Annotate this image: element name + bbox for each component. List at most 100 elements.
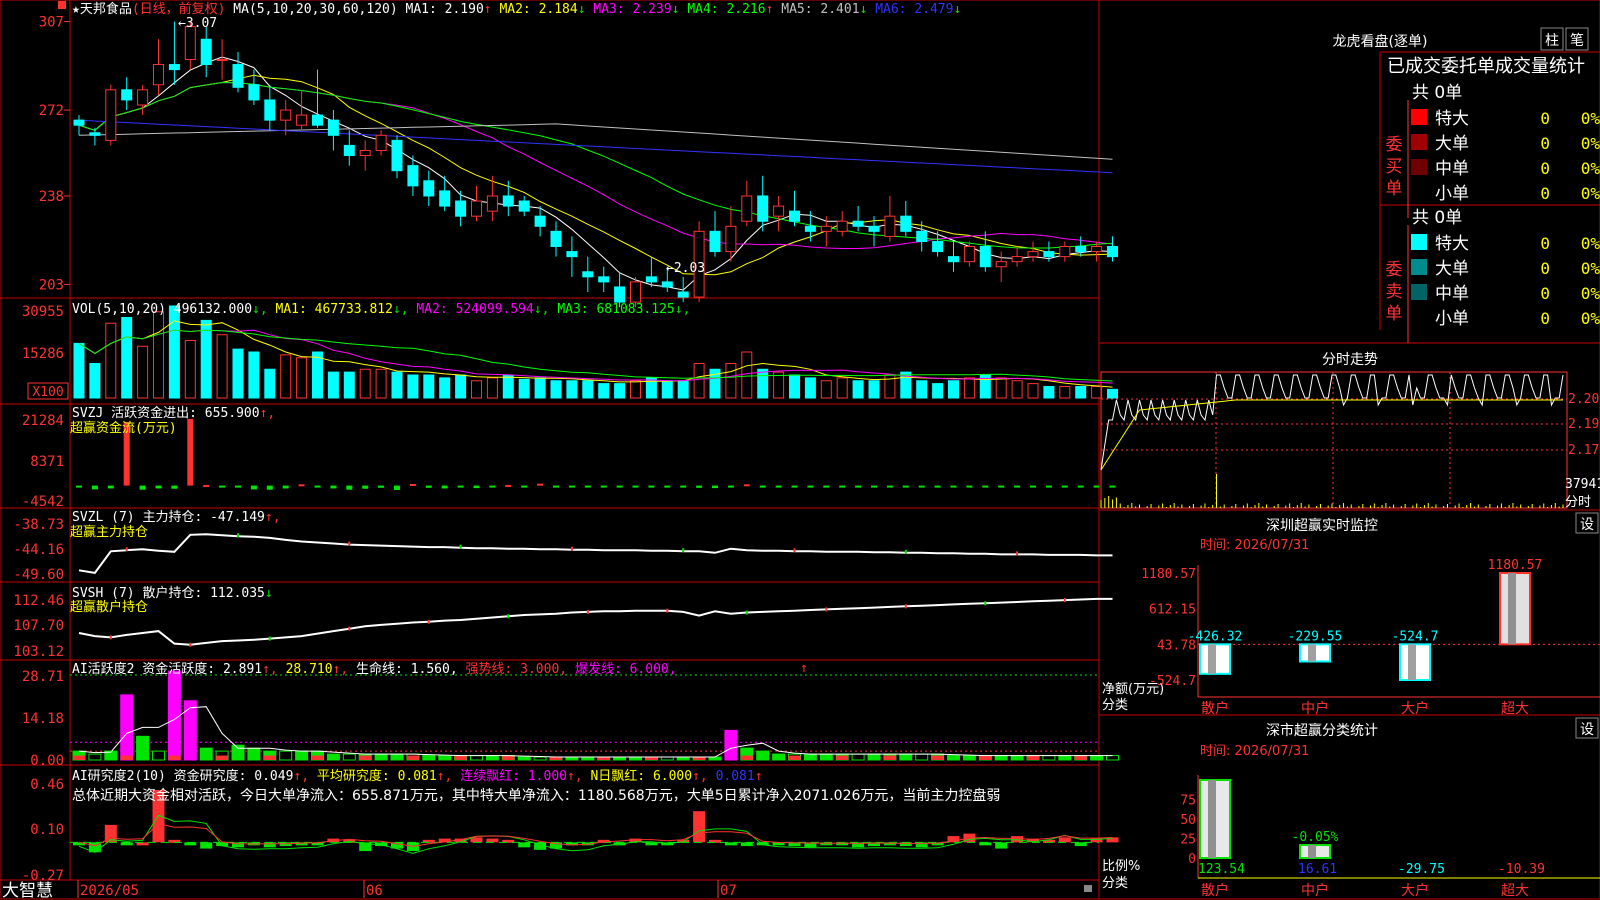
svzj-chart[interactable]: SVZJ 活跃资金进出: 655.900↑,超赢资金流(万元)212848371… bbox=[22, 405, 1116, 510]
svzl-tick-45 bbox=[793, 548, 796, 553]
svsh-tick-17 bbox=[348, 626, 351, 631]
svzj-bar-49 bbox=[855, 485, 862, 488]
svzj-bar-11 bbox=[250, 485, 257, 490]
ai-research-chart[interactable]: AI研究度2(10) 资金研究度: 0.049↑, 平均研究度: 0.081↑,… bbox=[22, 768, 1119, 884]
classify-title: 深市超赢分类统计 bbox=[1266, 722, 1378, 739]
vol-bar-6 bbox=[168, 305, 180, 399]
vol-bar-15 bbox=[312, 351, 323, 399]
svsh-chart[interactable]: SVSH (7) 散户持仓: 112.035↓超赢散户持仓112.46107.7… bbox=[13, 585, 1113, 660]
vol-bar-47 bbox=[820, 380, 832, 399]
svzj-bar-9 bbox=[219, 485, 226, 488]
vol-bar-14 bbox=[296, 357, 308, 399]
main-header-part-12: MA4: bbox=[687, 2, 726, 17]
sell-row-name-3: 小单 bbox=[1435, 309, 1469, 329]
buy-row-pct-0: 0% bbox=[1581, 109, 1600, 128]
candle-body-6 bbox=[168, 64, 180, 71]
dragon-tiger-panel: 龙虎看盘(逐单) 柱笔已成交委托单成交量统计委买单共 0单特大 0 0%大单 0 0%中单… bbox=[1333, 27, 1600, 343]
vol-bar-31 bbox=[566, 380, 578, 399]
svzj-bar-1 bbox=[91, 485, 98, 490]
main-header-part-17: ↓ bbox=[860, 2, 876, 17]
candle-body-23 bbox=[439, 190, 451, 207]
monitor-ytick-0: 1180.57 bbox=[1141, 567, 1196, 582]
buy-row-name-0: 特大 bbox=[1435, 109, 1469, 129]
classify-bar-label-2: -29.75 bbox=[1398, 862, 1445, 877]
main-header-part-18: MA6: bbox=[875, 2, 914, 17]
sell-row-pct-2: 0% bbox=[1581, 284, 1600, 303]
ai1-bar-64 bbox=[1090, 755, 1104, 761]
ai-activity-chart[interactable]: AI活跃度2 资金活跃度: 2.891↑, 28.710↑, 生命线: 1.56… bbox=[22, 661, 1119, 769]
main-header: ★天邦食品(日线，前复权) MA(5,10,20,30,60,120) MA1:… bbox=[72, 1, 961, 17]
ai2-ytick-0: 0.46 bbox=[30, 777, 64, 793]
ai1-bar-11 bbox=[247, 747, 261, 761]
ai1-bar-25 bbox=[470, 755, 483, 761]
ai2-bar-63 bbox=[1074, 842, 1087, 847]
vol-bar-50 bbox=[868, 380, 880, 399]
main-header-part-10: 2.239 bbox=[633, 2, 672, 17]
svzl-header-part-0: SVZL (7) 主力持仓: bbox=[72, 510, 210, 525]
vol-bar-16 bbox=[327, 371, 339, 399]
ai2-header-part-12: 0.081 bbox=[716, 769, 755, 784]
ai1-header-part-0: AI活跃度2 资金活跃度: bbox=[72, 661, 223, 677]
vol-bar-59 bbox=[1011, 380, 1023, 399]
classify-stat-panel[interactable]: 深市超赢分类统计 设时间: 2026/07/31 75 50 25 0123.54 散户 16… bbox=[1102, 717, 1600, 899]
svzj-bar-12 bbox=[266, 485, 273, 490]
volume-chart[interactable]: VOL(5,10,20) 496132.000↓, MA1: 467733.81… bbox=[22, 302, 1118, 400]
candle-body-8 bbox=[200, 38, 212, 66]
ai1-bar-10 bbox=[231, 744, 245, 761]
vol-bar-10 bbox=[232, 348, 244, 399]
svzj-bar-27 bbox=[505, 484, 512, 487]
vol-bar-45 bbox=[789, 374, 800, 399]
candle-body-56 bbox=[963, 246, 975, 263]
main-header-part-1: (日线，前复权) bbox=[132, 1, 226, 17]
ai2-bar-39 bbox=[693, 811, 706, 843]
ai1-subbar-3 bbox=[120, 755, 133, 760]
svzj-bar-33 bbox=[600, 485, 607, 488]
vol-bar-49 bbox=[852, 380, 864, 399]
svzj-bar-32 bbox=[584, 485, 591, 488]
ai1-header-part-4: ↑, bbox=[333, 662, 356, 677]
sell-row-pct-3: 0% bbox=[1581, 309, 1600, 328]
svzj-bar-28 bbox=[521, 485, 528, 488]
candle-body-31 bbox=[566, 251, 578, 258]
classify-cat-1: 中户 bbox=[1301, 882, 1329, 899]
ai2-header: AI研究度2(10) 资金研究度: 0.049↑, 平均研究度: 0.081↑,… bbox=[72, 768, 763, 784]
main-header-part-16: 2.401 bbox=[820, 2, 859, 17]
candlestick-chart[interactable]: 307 272 238 203 ★天邦食品(日线，前复权) MA(5,10,20,30,… bbox=[39, 1, 1118, 308]
svzj-bar-24 bbox=[457, 485, 464, 488]
ai2-avg-line bbox=[78, 814, 1113, 854]
x-label-2: 07 bbox=[720, 883, 737, 899]
ai1-bar-14 bbox=[295, 750, 309, 761]
candle-body-46 bbox=[804, 225, 816, 232]
ai2-bar-42 bbox=[740, 842, 753, 847]
frame-rect-0 bbox=[0, 0, 1100, 900]
candle-body-62 bbox=[1059, 246, 1071, 258]
svzl-tick-52 bbox=[904, 549, 907, 554]
main-header-part-6: MA2: bbox=[499, 2, 538, 17]
svsh-line bbox=[78, 597, 1113, 646]
candle-body-60 bbox=[1027, 251, 1039, 258]
monitor-bar-label-0: -426.32 bbox=[1188, 629, 1243, 644]
svzj-bar-0 bbox=[76, 485, 82, 488]
vol-bar-29 bbox=[534, 377, 546, 399]
ai1-ytick-2: 0.00 bbox=[30, 753, 64, 769]
candle-body-58 bbox=[995, 261, 1007, 268]
intraday-panel[interactable]: 分时走势 2.205 2.190 2.175 37941 分时 bbox=[1100, 352, 1600, 510]
svzj-bar-63 bbox=[1077, 485, 1084, 488]
svzj-bar-23 bbox=[441, 485, 448, 489]
svzl-tick-31 bbox=[570, 546, 573, 551]
svsh-tick-7 bbox=[189, 642, 192, 647]
svzj-bar-35 bbox=[632, 485, 639, 488]
vol-bar-25 bbox=[471, 380, 482, 399]
svzj-header: SVZJ 活跃资金进出: 655.900↑, bbox=[72, 405, 275, 421]
buy-row-pct-3: 0% bbox=[1581, 184, 1600, 203]
classify-xlabel: 分类 bbox=[1102, 876, 1128, 891]
candle-body-7 bbox=[184, 26, 196, 60]
vol-bar-28 bbox=[518, 378, 530, 399]
svzj-bar-29 bbox=[537, 483, 544, 486]
svzl-chart[interactable]: SVZL (7) 主力持仓: -47.149↑,超赢主力持仓-38.73-44.… bbox=[13, 510, 1113, 583]
realtime-monitor-panel[interactable]: 深圳超赢实时监控 设时间: 2026/07/311180.57612.1543.7… bbox=[1102, 512, 1600, 717]
intraday-vol-label: 分时 bbox=[1565, 495, 1591, 510]
ai1-bar-29 bbox=[533, 756, 547, 761]
main-header-part-11: ↓ bbox=[672, 2, 688, 17]
candle-body-11 bbox=[248, 84, 260, 101]
